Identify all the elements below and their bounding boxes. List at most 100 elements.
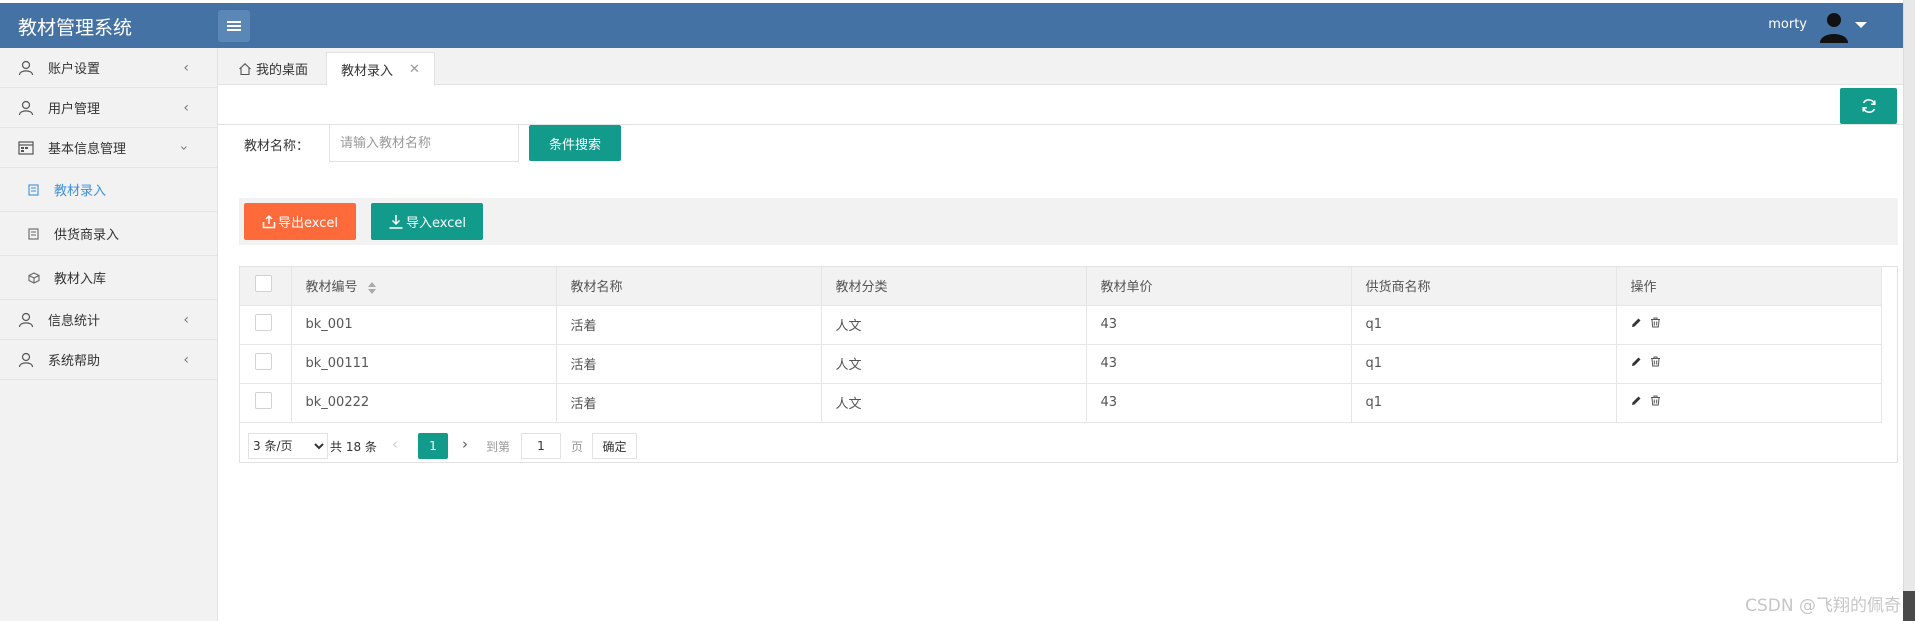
cell-book-id: bk_00222 [291,383,557,423]
table-row: bk_001 活着 人文 43 q1 [240,305,1882,345]
table-toolbar: 导出excel 导入excel [239,198,1898,245]
user-dropdown-caret-icon[interactable] [1855,22,1867,28]
chevron-left-icon[interactable]: ‹ [392,435,398,453]
sidebar-item-label: 用户管理 [48,102,101,117]
cell-book-id: bk_00111 [291,344,557,384]
book-name-search-input[interactable] [329,124,519,162]
search-label: 教材名称： [244,139,310,154]
pagination: 3 条/页 共 18 条 ‹ 1 › 到第 页 确定 [240,425,1897,463]
total-count: 共 18 条 [330,440,377,454]
sidebar-item-account-settings[interactable]: 账户设置 ‹ [0,48,217,88]
sidebar-subitem-supplier-entry[interactable]: 供货商录入 [0,212,217,256]
table-row: bk_00111 活着 人文 43 q1 [240,344,1882,384]
watermark: CSDN @飞翔的佩奇 [1745,596,1901,616]
sidebar-item-label: 基本信息管理 [48,142,127,157]
sidebar-item-label: 系统帮助 [48,354,101,369]
cell-category: 人文 [821,383,1087,423]
scrollbar-corner [1903,591,1915,621]
sidebar-item-label: 账户设置 [48,62,101,77]
export-excel-label: 导出excel [278,216,338,231]
goto-label: 到第 [486,440,511,454]
doc-icon [28,183,39,196]
calendar-icon [18,140,34,155]
column-header-category: 教材分类 [821,267,1087,306]
export-excel-button[interactable]: 导出excel [244,203,356,240]
cell-book-name: 活着 [556,344,822,384]
sidebar-item-label: 信息统计 [48,314,101,329]
tab-label: 我的桌面 [256,63,309,78]
page-scrollbar[interactable] [1903,0,1915,621]
select-all-cell [240,267,292,306]
column-header-price: 教材单价 [1086,267,1352,306]
chevron-left-icon: ‹ [183,60,189,76]
download-icon [389,214,403,229]
page-size-select[interactable]: 3 条/页 [248,433,328,459]
select-all-checkbox[interactable] [255,275,272,293]
cell-book-id: bk_001 [291,305,557,345]
tab-book-entry[interactable]: 教材录入 ✕ [326,52,435,86]
sort-icon[interactable] [367,281,376,294]
refresh-button[interactable] [1840,88,1897,124]
chevron-down-icon: ‹ [176,145,193,151]
sidebar-item-statistics[interactable]: 信息统计 ‹ [0,300,217,340]
column-header-book-id[interactable]: 教材编号 [291,267,557,306]
tab-bar: 我的桌面 教材录入 ✕ [218,48,1903,86]
sidebar-item-user-management[interactable]: 用户管理 ‹ [0,88,217,128]
current-page-button[interactable]: 1 [418,433,448,459]
cell-supplier: q1 [1351,383,1617,423]
top-header: 教材管理系统 morty [0,0,1903,48]
user-icon [18,100,34,115]
sidebar-item-help[interactable]: 系统帮助 ‹ [0,340,217,380]
user-name[interactable]: morty [1768,17,1807,32]
edit-icon[interactable] [1631,395,1642,406]
cell-price: 43 [1086,344,1352,384]
goto-confirm-button[interactable]: 确定 [592,433,637,459]
avatar-icon[interactable] [1817,9,1851,43]
row-checkbox[interactable] [255,392,272,409]
cell-category: 人文 [821,305,1087,345]
app-title: 教材管理系统 [18,17,133,39]
edit-icon[interactable] [1631,317,1642,328]
column-header-label: 教材编号 [305,280,358,296]
import-excel-label: 导入excel [406,216,466,231]
user-icon [18,312,34,327]
row-checkbox[interactable] [255,353,272,370]
row-select-cell [240,305,292,345]
cell-actions [1616,383,1882,423]
table-header-row: 教材编号 教材名称 教材分类 教材单价 供货商名称 操作 [240,267,1882,306]
trash-icon[interactable] [1650,356,1661,367]
cell-price: 43 [1086,383,1352,423]
trash-icon[interactable] [1650,395,1661,406]
cell-price: 43 [1086,305,1352,345]
edit-icon[interactable] [1631,356,1642,367]
menu-icon [227,21,241,31]
cell-book-name: 活着 [556,305,822,345]
row-checkbox[interactable] [255,314,272,331]
column-header-supplier: 供货商名称 [1351,267,1617,306]
row-select-cell [240,344,292,384]
sidebar-subitem-book-stock-in[interactable]: 教材入库 [0,256,217,300]
trash-icon[interactable] [1650,317,1661,328]
sidebar-subitem-label: 教材录入 [54,184,107,199]
sidebar-subitem-book-entry[interactable]: 教材录入 [0,168,217,212]
menu-toggle-button[interactable] [218,10,250,42]
search-button[interactable]: 条件搜索 [529,125,621,161]
export-icon [262,214,276,228]
cell-supplier: q1 [1351,344,1617,384]
close-icon[interactable]: ✕ [409,62,420,77]
cell-book-name: 活着 [556,383,822,423]
data-table: 教材编号 教材名称 教材分类 教材单价 供货商名称 操作 bk_001 活着 人… [239,266,1898,463]
refresh-icon [1861,99,1876,113]
sidebar-item-basic-info[interactable]: 基本信息管理 ‹ [0,128,217,168]
tab-my-desktop[interactable]: 我的桌面 [224,52,322,85]
chevron-left-icon: ‹ [183,312,189,328]
page-label: 页 [571,440,584,454]
goto-page-input[interactable] [521,433,561,459]
chevron-right-icon[interactable]: › [462,435,468,453]
column-header-actions: 操作 [1616,267,1882,306]
sidebar-subitem-label: 供货商录入 [54,228,120,243]
box-icon [28,271,40,284]
sidebar-subitem-label: 教材入库 [54,272,107,287]
import-excel-button[interactable]: 导入excel [371,203,483,240]
tab-label: 教材录入 [341,64,394,79]
